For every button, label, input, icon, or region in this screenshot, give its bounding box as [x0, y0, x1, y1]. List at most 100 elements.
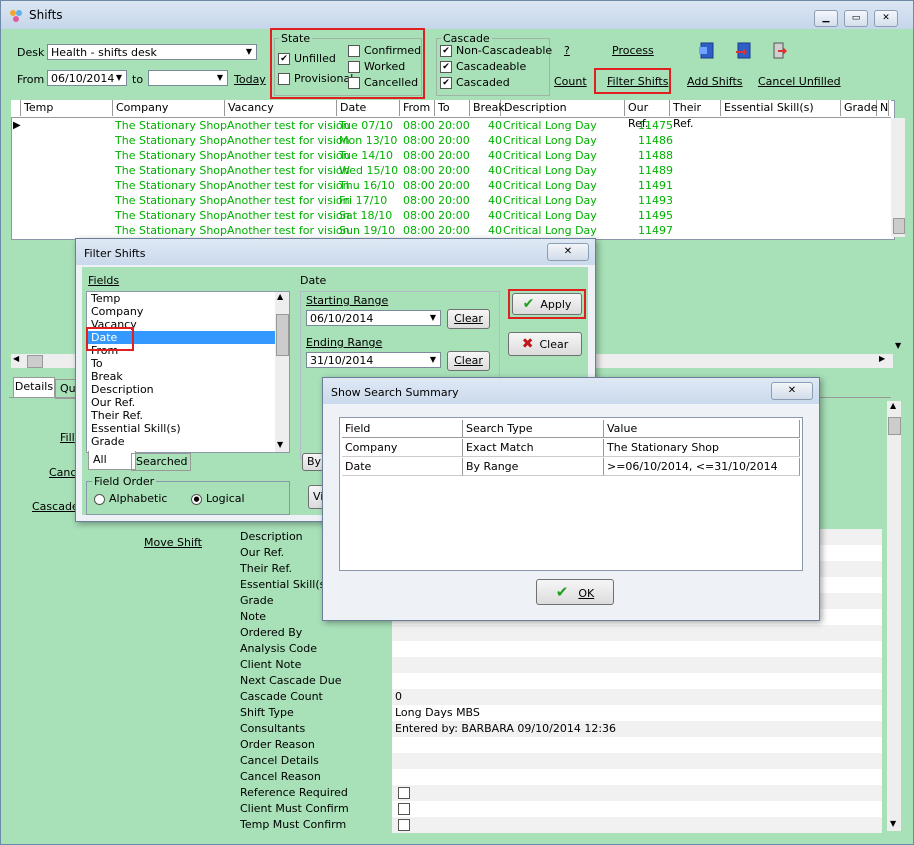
desk-select[interactable]: Health - shifts desk ▼ — [47, 44, 257, 60]
fields-scrollbar[interactable]: ▲ ▼ — [275, 292, 289, 452]
table-row[interactable]: The Stationary Shop Another test for visi… — [11, 193, 881, 208]
close-window-button[interactable]: ✕ — [874, 10, 898, 27]
cancel-link[interactable]: Canc — [49, 466, 76, 479]
field-list-item[interactable]: To — [87, 357, 289, 370]
provisional-checkbox[interactable]: Provisional — [278, 72, 353, 85]
col-essential-skills[interactable]: Essential Skill(s) — [721, 100, 841, 116]
table-row[interactable]: The Stationary Shop Another test for visi… — [11, 178, 881, 193]
add-shifts-link[interactable]: Add Shifts — [687, 75, 743, 88]
col-description[interactable]: Description — [501, 100, 625, 116]
col-to[interactable]: To — [435, 100, 470, 116]
checkbox-17[interactable] — [398, 803, 410, 815]
detail-value-17[interactable] — [392, 801, 882, 817]
clear-end-button[interactable]: Clear — [447, 351, 490, 371]
field-list-item[interactable]: Break — [87, 370, 289, 383]
ending-range-field[interactable]: 31/10/2014 ▼ — [306, 352, 441, 368]
exit-icon[interactable] — [772, 42, 788, 60]
table-row[interactable]: The Stationary Shop Another test for visi… — [11, 118, 881, 133]
filter-shifts-link[interactable]: Filter Shifts — [607, 75, 668, 88]
detail-value-13[interactable] — [392, 737, 882, 753]
scroll-down-icon[interactable]: ▼ — [890, 819, 896, 828]
detail-value-15[interactable] — [392, 769, 882, 785]
detail-value-6[interactable] — [392, 625, 882, 641]
fill-link[interactable]: Fill — [60, 431, 75, 444]
col-vacancy[interactable]: Vacancy — [225, 100, 337, 116]
clear-all-button[interactable]: ✖ Clear — [508, 332, 582, 356]
col-our-ref[interactable]: Our Ref. — [625, 100, 670, 130]
scroll-up-icon[interactable]: ▲ — [890, 401, 896, 410]
detail-value-18[interactable] — [392, 817, 882, 833]
grid-scrollbar[interactable] — [891, 118, 905, 237]
detail-value-7[interactable] — [392, 641, 882, 657]
table-row[interactable]: The Stationary Shop Another test for visi… — [11, 133, 881, 148]
col-grade[interactable]: Grade — [841, 100, 878, 116]
count-link[interactable]: Count — [554, 75, 587, 88]
col-break[interactable]: Break — [470, 100, 505, 116]
detail-value-12[interactable]: Entered by: BARBARA 09/10/2014 12:36 — [392, 721, 882, 737]
details-scrollbar[interactable]: ▲ ▼ — [887, 401, 901, 831]
table-row[interactable]: The Stationary Shop Another test for visi… — [11, 208, 881, 223]
process-link[interactable]: Process — [612, 44, 654, 57]
confirmed-checkbox[interactable]: Confirmed — [348, 44, 421, 57]
checkbox-16[interactable] — [398, 787, 410, 799]
cancel-unfilled-link[interactable]: Cancel Unfilled — [758, 75, 841, 88]
scroll-down-icon[interactable]: ▼ — [277, 440, 283, 449]
detail-value-10[interactable]: 0 — [392, 689, 882, 705]
move-shift-link[interactable]: Move Shift — [144, 536, 202, 549]
field-list-item[interactable]: Our Ref. — [87, 396, 289, 409]
scroll-down-icon[interactable]: ▼ — [895, 341, 901, 350]
apply-button[interactable]: ✔ Apply — [512, 293, 582, 315]
clear-start-button[interactable]: Clear — [447, 309, 490, 329]
grid-scroll-thumb[interactable] — [893, 218, 905, 234]
field-list-item[interactable]: Description — [87, 383, 289, 396]
minimize-button[interactable]: ▁ — [814, 10, 838, 27]
summary-dialog-close-button[interactable]: ✕ — [771, 382, 813, 400]
field-list-item[interactable]: Their Ref. — [87, 409, 289, 422]
to-date-field[interactable]: ▼ — [148, 70, 228, 86]
detail-value-9[interactable] — [392, 673, 882, 689]
detail-value-16[interactable] — [392, 785, 882, 801]
table-row[interactable]: The Stationary Shop Another test for visi… — [11, 163, 881, 178]
col-company[interactable]: Company — [113, 100, 225, 116]
detail-value-8[interactable] — [392, 657, 882, 673]
col-from[interactable]: From — [400, 100, 435, 116]
fields-scroll-thumb[interactable] — [276, 314, 289, 356]
tab-all[interactable]: All — [88, 451, 136, 470]
scroll-left-icon[interactable]: ◀ — [13, 354, 19, 363]
table-row[interactable]: The Stationary Shop Another test for visi… — [11, 223, 881, 238]
export-icon[interactable] — [698, 42, 714, 60]
col-n[interactable]: N — [877, 100, 889, 116]
scroll-right-icon[interactable]: ▶ — [879, 354, 885, 363]
fields-listbox[interactable]: Temp Company Vacancy Date From To Break Descrip… — [86, 291, 290, 453]
non-cascadeable-checkbox[interactable]: ✔ Non-Cascadeable — [440, 44, 552, 57]
logical-radio[interactable]: ● Logical — [191, 492, 245, 505]
detail-value-11[interactable]: Long Days MBS — [392, 705, 882, 721]
checkbox-18[interactable] — [398, 819, 410, 831]
help-link[interactable]: ? — [564, 44, 570, 57]
field-list-item[interactable]: Temp — [87, 292, 289, 305]
by-button[interactable]: By — [302, 453, 324, 471]
h-scroll-thumb[interactable] — [27, 355, 43, 368]
table-row[interactable]: The Stationary Shop Another test for visi… — [11, 148, 881, 163]
worked-checkbox[interactable]: Worked — [348, 60, 405, 73]
col-temp[interactable]: Temp — [21, 100, 113, 116]
cascade-link[interactable]: Cascade — [32, 500, 79, 513]
field-list-item[interactable]: Company — [87, 305, 289, 318]
details-scroll-thumb[interactable] — [888, 417, 901, 435]
cascaded-checkbox[interactable]: ✔ Cascaded — [440, 76, 510, 89]
tab-details[interactable]: Details — [13, 377, 55, 398]
tab-searched[interactable]: Searched — [131, 453, 191, 471]
cancelled-checkbox[interactable]: Cancelled — [348, 76, 418, 89]
field-list-item[interactable]: Grade — [87, 435, 289, 448]
alphabetic-radio[interactable]: Alphabetic — [94, 492, 167, 505]
maximize-button[interactable]: ▭ — [844, 10, 868, 27]
field-list-item[interactable]: Essential Skill(s) — [87, 422, 289, 435]
filter-dialog-close-button[interactable]: ✕ — [547, 243, 589, 261]
scroll-up-icon[interactable]: ▲ — [277, 292, 283, 301]
today-link[interactable]: Today — [234, 73, 266, 86]
import-icon[interactable] — [735, 42, 751, 60]
col-their-ref[interactable]: Their Ref. — [670, 100, 721, 130]
from-date-field[interactable]: 06/10/2014 ▼ — [47, 70, 127, 86]
starting-range-field[interactable]: 06/10/2014 ▼ — [306, 310, 441, 326]
ok-button[interactable]: ✔ OK — [536, 579, 614, 605]
